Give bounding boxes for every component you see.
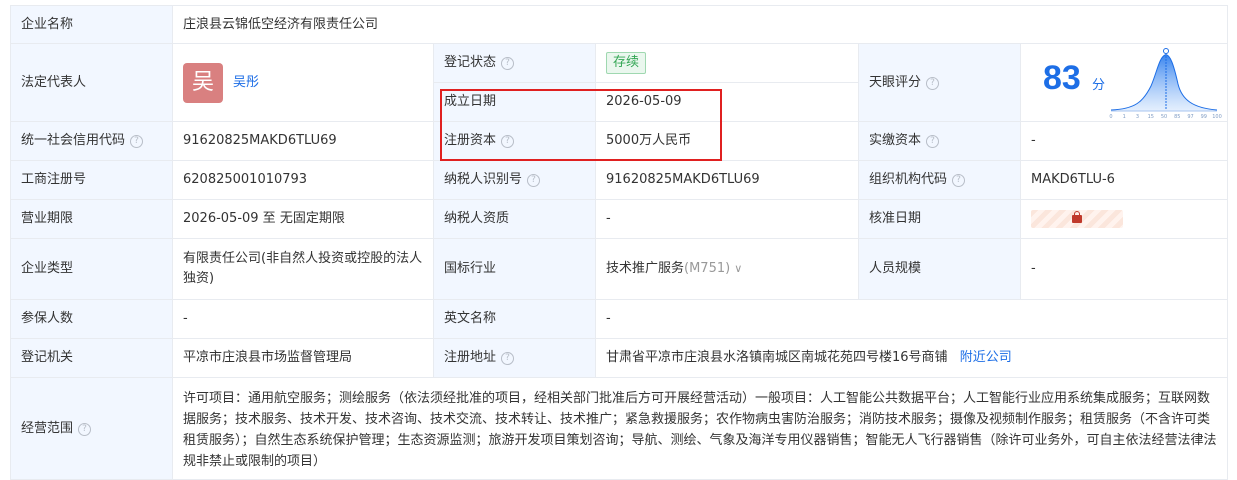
registered-capital-label-cell: 注册资本? <box>433 121 596 161</box>
term-label: 营业期限 <box>10 199 173 239</box>
biz-reg-no-value: 620825001010793 <box>172 160 434 200</box>
scope-label: 经营范围 <box>21 420 74 436</box>
paid-capital-value: - <box>1020 121 1228 161</box>
term-value: 2026-05-09 至 无固定期限 <box>172 199 434 239</box>
taxpayer-qual-label: 纳税人资质 <box>433 199 596 239</box>
english-name-value: - <box>595 299 1228 339</box>
company-info-table: 企业名称 庄浪县云锦低空经济有限责任公司 法定代表人 吴吴彤 登记状态? 存续 … <box>10 5 1228 480</box>
org-code-value: MAKD6TLU-6 <box>1020 160 1228 200</box>
help-icon[interactable]: ? <box>926 135 940 148</box>
taxpayer-id-label-cell: 纳税人识别号? <box>433 160 596 200</box>
legal-rep-name-link[interactable]: 吴彤 <box>233 75 259 90</box>
legal-rep-cell: 吴吴彤 <box>172 43 434 122</box>
scope-label-cell: 经营范围? <box>10 377 173 480</box>
status-badge: 存续 <box>606 52 647 74</box>
biz-reg-no-label: 工商注册号 <box>10 160 173 200</box>
authority-label: 登记机关 <box>10 338 173 378</box>
rating-distribution-curve: 0 1 3 15 50 85 97 99 100 <box>1109 48 1222 120</box>
help-icon[interactable]: ? <box>501 135 515 148</box>
rating-axis-tick: 15 <box>1148 114 1154 120</box>
nearby-companies-link[interactable]: 附近公司 <box>960 350 1012 365</box>
established-label: 成立日期 <box>433 82 596 122</box>
company-type-value: 有限责任公司(非自然人投资或控股的法人独资) <box>172 238 434 300</box>
staff-size-label: 人员规模 <box>858 238 1021 300</box>
rating-axis-tick: 100 <box>1212 114 1222 120</box>
lock-icon-body <box>1072 214 1082 223</box>
address-label-cell: 注册地址? <box>433 338 596 378</box>
rating-axis-tick: 50 <box>1161 114 1167 120</box>
help-icon[interactable]: ? <box>952 174 966 187</box>
org-code-label-cell: 组织机构代码? <box>858 160 1021 200</box>
credit-code-value: 91620825MAKD6TLU69 <box>172 121 434 161</box>
chevron-down-icon[interactable]: ∨ <box>734 262 742 275</box>
org-code-label: 组织机构代码 <box>869 172 948 187</box>
help-icon[interactable]: ? <box>527 174 541 187</box>
taxpayer-id-value: 91620825MAKD6TLU69 <box>595 160 859 200</box>
avatar[interactable]: 吴 <box>183 62 223 103</box>
approval-date-label: 核准日期 <box>858 199 1021 239</box>
rating-axis-tick: 3 <box>1136 114 1139 120</box>
company-name-value: 庄浪县云锦低空经济有限责任公司 <box>172 5 1228 44</box>
rating-axis-tick: 0 <box>1109 114 1112 120</box>
rating-axis-tick: 99 <box>1201 114 1207 120</box>
help-icon[interactable]: ? <box>926 76 940 90</box>
approval-date-cell <box>1020 199 1228 239</box>
address-cell: 甘肃省平凉市庄浪县水洛镇南城区南城花苑四号楼16号商铺 附近公司 <box>595 338 1228 378</box>
help-icon[interactable]: ? <box>501 57 515 70</box>
registered-capital-label: 注册资本 <box>444 133 497 148</box>
help-icon[interactable]: ? <box>501 352 515 365</box>
industry-code: (M751) <box>684 261 731 276</box>
rating-label: 天眼评分 <box>869 74 922 90</box>
established-value: 2026-05-09 <box>595 82 859 122</box>
taxpayer-qual-value: - <box>595 199 859 239</box>
company-name-label: 企业名称 <box>10 5 173 44</box>
help-icon[interactable]: ? <box>78 422 92 436</box>
credit-code-label: 统一社会信用代码 <box>21 133 126 148</box>
legal-rep-label: 法定代表人 <box>10 43 173 122</box>
paid-capital-label-cell: 实缴资本? <box>858 121 1021 161</box>
rating-label-cell: 天眼评分? <box>858 43 1021 122</box>
credit-code-label-cell: 统一社会信用代码? <box>10 121 173 161</box>
company-type-label: 企业类型 <box>10 238 173 300</box>
industry-label: 国标行业 <box>433 238 596 300</box>
company-info-panel: 企业名称 庄浪县云锦低空经济有限责任公司 法定代表人 吴吴彤 登记状态? 存续 … <box>10 5 1228 480</box>
taxpayer-id-label: 纳税人识别号 <box>444 172 523 187</box>
industry-cell[interactable]: 技术推广服务(M751) ∨ <box>595 238 859 300</box>
rating-axis-ticks: 0 1 3 15 50 85 97 99 100 <box>1109 114 1221 120</box>
insured-value: - <box>172 299 434 339</box>
english-name-label: 英文名称 <box>433 299 596 339</box>
address-label: 注册地址 <box>444 350 497 365</box>
registered-capital-value: 5000万人民币 <box>595 121 859 161</box>
industry-value: 技术推广服务 <box>606 261 685 276</box>
rating-cell[interactable]: 83 分 0 1 3 15 50 85 97 99 100 <box>1020 43 1228 122</box>
rating-axis-tick: 97 <box>1187 114 1193 120</box>
help-icon[interactable]: ? <box>130 135 144 148</box>
rating-axis-tick: 85 <box>1174 114 1180 120</box>
address-value: 甘肃省平凉市庄浪县水洛镇南城区南城花苑四号楼16号商铺 <box>606 350 948 365</box>
status-label: 登记状态 <box>444 55 497 70</box>
locked-value-button[interactable] <box>1031 209 1123 228</box>
rating-score: 83 <box>1043 59 1081 97</box>
insured-label: 参保人数 <box>10 299 173 339</box>
paid-capital-label: 实缴资本 <box>869 133 922 148</box>
status-label-cell: 登记状态? <box>433 43 596 83</box>
scope-value: 许可项目：通用航空服务；测绘服务（依法须经批准的项目，经相关部门批准后方可开展经… <box>172 377 1228 480</box>
status-cell: 存续 <box>595 43 859 83</box>
rating-axis-tick: 1 <box>1123 114 1126 120</box>
rating-unit: 分 <box>1092 78 1106 93</box>
authority-value: 平凉市庄浪县市场监督管理局 <box>172 338 434 378</box>
staff-size-value: - <box>1020 238 1228 300</box>
